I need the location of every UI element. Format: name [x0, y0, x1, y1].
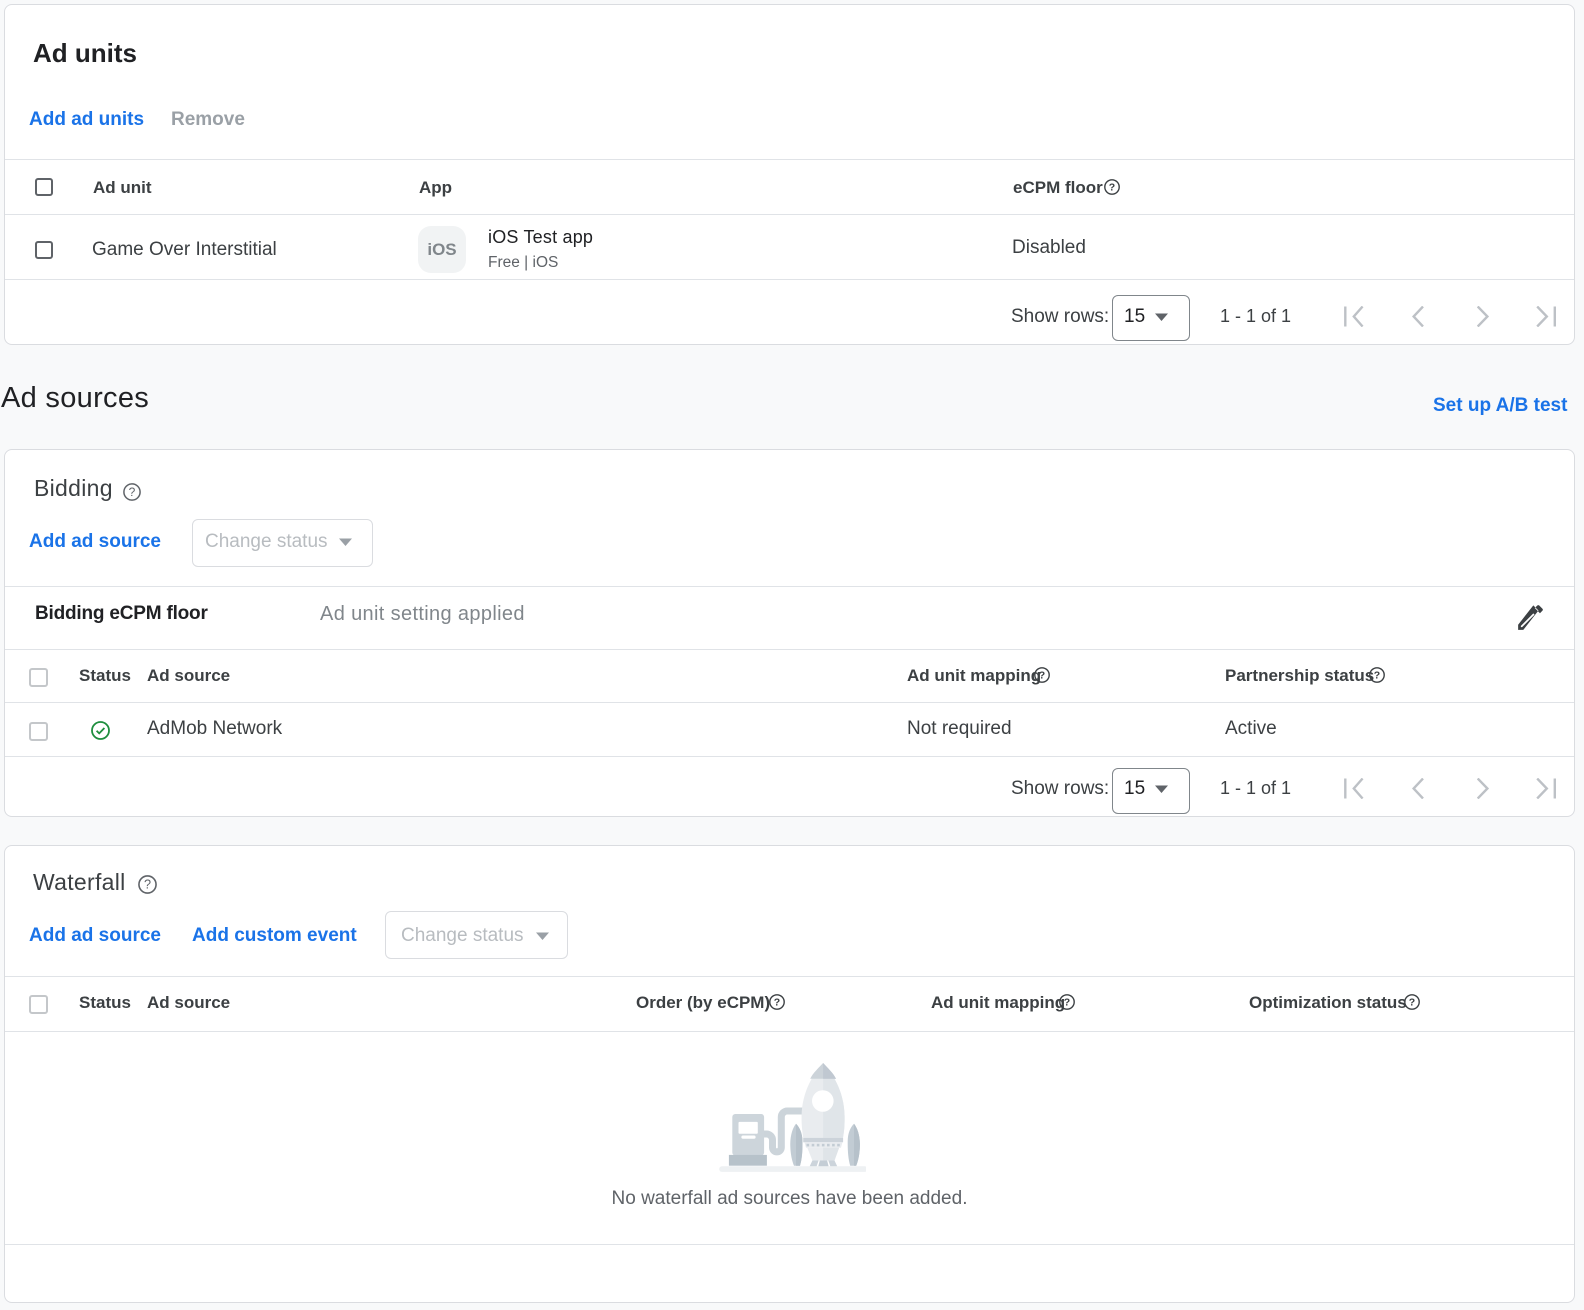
svg-text:?: ? [1039, 670, 1045, 682]
svg-text:?: ? [1109, 182, 1115, 194]
svg-text:?: ? [1409, 997, 1415, 1009]
svg-text:?: ? [774, 997, 780, 1009]
svg-text:?: ? [1374, 670, 1380, 682]
svg-text:?: ? [129, 485, 136, 499]
svg-text:?: ? [144, 878, 151, 892]
svg-text:?: ? [1064, 997, 1070, 1009]
